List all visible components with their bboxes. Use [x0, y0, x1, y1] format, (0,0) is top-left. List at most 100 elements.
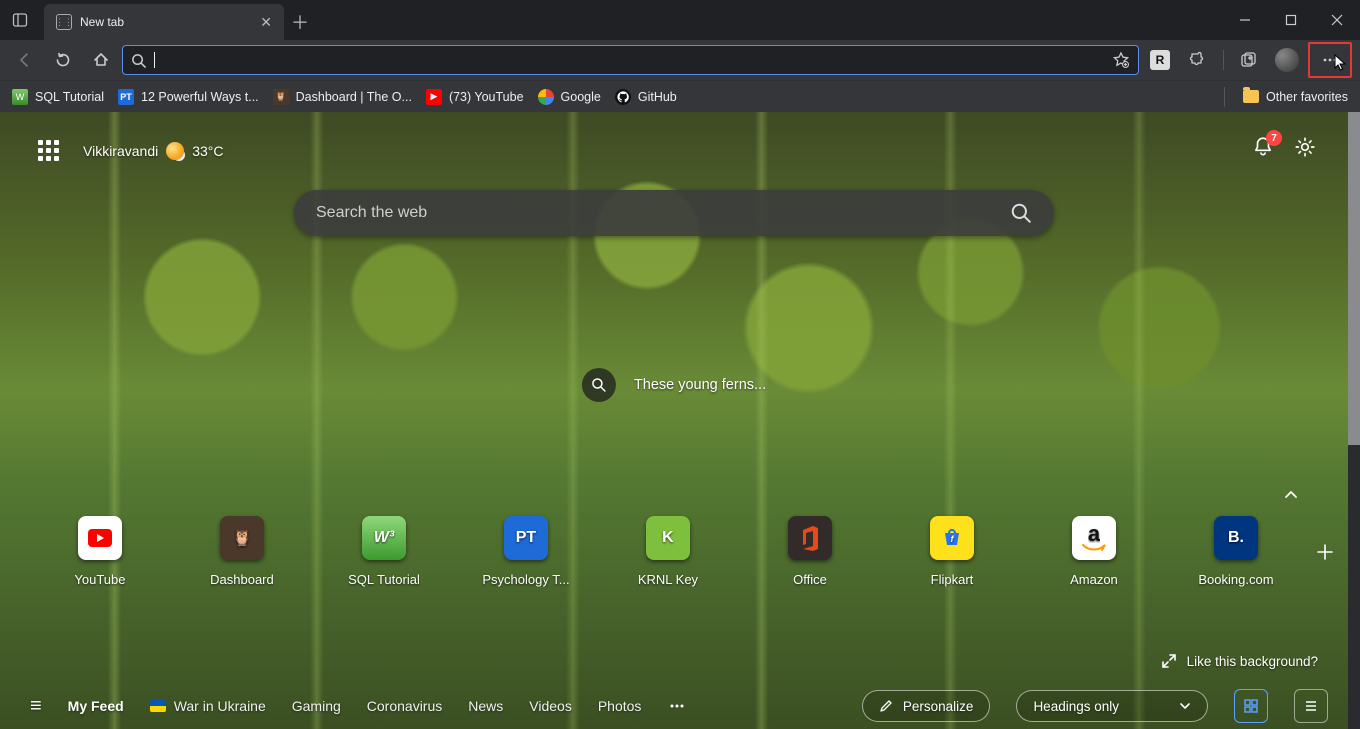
text-cursor — [154, 52, 155, 68]
bookmark-google[interactable]: Google — [538, 89, 601, 105]
notifications-button[interactable]: 7 — [1252, 136, 1274, 158]
minimize-button[interactable] — [1222, 0, 1268, 40]
refresh-button[interactable] — [46, 43, 80, 77]
image-caption: These young ferns... — [634, 377, 766, 393]
globe-icon: ⋮⋮ — [56, 14, 72, 30]
bookmark-sql-tutorial[interactable]: W SQL Tutorial — [12, 89, 104, 105]
settings-menu-button[interactable] — [1308, 42, 1352, 78]
layout-dropdown[interactable]: Headings only — [1016, 690, 1208, 722]
profile-button[interactable] — [1270, 43, 1304, 77]
quick-links-row: YouTube 🦉 Dashboard W³ SQL Tutorial PT P… — [62, 516, 1340, 587]
feed-title: My Feed — [68, 698, 124, 714]
location-weather[interactable]: Vikkiravandi 33°C — [83, 142, 224, 160]
notif-badge: 7 — [1266, 130, 1282, 146]
list-view-button[interactable] — [1294, 689, 1328, 723]
tab-strip: ⋮⋮ New tab ✕ ＋ — [40, 0, 316, 40]
ntp-top-right: 7 — [1252, 136, 1316, 158]
ext-r-button[interactable]: R — [1143, 43, 1177, 77]
image-search-icon[interactable] — [582, 368, 616, 402]
bookmark-youtube[interactable]: ▶ (73) YouTube — [426, 89, 524, 105]
title-bar: ⋮⋮ New tab ✕ ＋ — [0, 0, 1360, 40]
tab-close-button[interactable]: ✕ — [260, 14, 272, 31]
sql-icon: W — [12, 89, 28, 105]
maximize-button[interactable] — [1268, 0, 1314, 40]
feed-gaming[interactable]: Gaming — [292, 698, 341, 714]
tile-psychology[interactable]: PT Psychology T... — [488, 516, 564, 587]
ukraine-flag-icon — [150, 700, 166, 712]
nav-bar: R — [0, 40, 1360, 80]
back-button[interactable] — [8, 43, 42, 77]
close-window-button[interactable] — [1314, 0, 1360, 40]
feed-news[interactable]: News — [468, 698, 503, 714]
tile-office[interactable]: Office — [772, 516, 848, 587]
search-icon[interactable] — [1010, 202, 1032, 224]
web-search-box[interactable] — [294, 190, 1054, 236]
flipkart-icon: f — [930, 516, 974, 560]
bookmark-dashboard[interactable]: 🦉 Dashboard | The O... — [273, 89, 412, 105]
image-description[interactable]: These young ferns... — [582, 368, 766, 402]
extensions-button[interactable] — [1181, 43, 1215, 77]
new-tab-button[interactable]: ＋ — [284, 4, 316, 40]
window-controls — [1222, 0, 1360, 40]
feed-photos[interactable]: Photos — [598, 698, 642, 714]
tab-label: New tab — [80, 15, 252, 29]
temperature-label: 33°C — [192, 143, 223, 159]
tile-amazon[interactable]: a Amazon — [1056, 516, 1132, 587]
weather-icon — [166, 142, 184, 160]
amazon-icon: a — [1072, 516, 1116, 560]
tab-new[interactable]: ⋮⋮ New tab ✕ — [44, 4, 284, 40]
owl-icon: 🦉 — [273, 89, 289, 105]
add-tile-button[interactable] — [1310, 537, 1340, 567]
settings-button[interactable] — [1294, 136, 1316, 158]
youtube-icon: ▶ — [426, 89, 442, 105]
expand-icon — [1161, 653, 1177, 669]
tile-youtube[interactable]: YouTube — [62, 516, 138, 587]
address-bar[interactable] — [122, 45, 1139, 75]
pencil-icon — [879, 699, 893, 713]
google-icon — [538, 89, 554, 105]
web-search-input[interactable] — [316, 204, 1010, 222]
bookmark-github[interactable]: GitHub — [615, 89, 677, 105]
favorite-star-icon[interactable] — [1112, 51, 1130, 69]
pt-icon: PT — [118, 89, 134, 105]
tile-krnl[interactable]: K KRNL Key — [630, 516, 706, 587]
grid-view-button[interactable] — [1234, 689, 1268, 723]
r-icon: R — [1150, 50, 1170, 70]
booking-icon: B. — [1214, 516, 1258, 560]
pt-icon: PT — [504, 516, 548, 560]
youtube-icon — [78, 516, 122, 560]
sql-icon: W³ — [362, 516, 406, 560]
new-tab-page: Vikkiravandi 33°C 7 These young ferns... — [0, 112, 1348, 729]
feed-bar: ≡ My Feed War in Ukraine Gaming Coronavi… — [0, 683, 1348, 729]
home-button[interactable] — [84, 43, 118, 77]
like-background-button[interactable]: Like this background? — [1161, 653, 1318, 669]
mouse-cursor-icon — [1334, 54, 1348, 72]
feed-menu-button[interactable]: ≡ — [30, 695, 42, 718]
tile-flipkart[interactable]: f Flipkart — [914, 516, 990, 587]
vertical-tabs-button[interactable] — [0, 0, 40, 40]
tile-booking[interactable]: B. Booking.com — [1198, 516, 1274, 587]
collections-button[interactable] — [1232, 43, 1266, 77]
personalize-button[interactable]: Personalize — [862, 690, 991, 722]
bookmark-12-powerful[interactable]: PT 12 Powerful Ways t... — [118, 89, 259, 105]
other-favorites-button[interactable]: Other favorites — [1243, 90, 1348, 104]
bookmark-bar: W SQL Tutorial PT 12 Powerful Ways t... … — [0, 80, 1360, 112]
feed-videos[interactable]: Videos — [529, 698, 572, 714]
vertical-scrollbar[interactable] — [1348, 112, 1360, 729]
office-icon — [788, 516, 832, 560]
collapse-tiles-button[interactable] — [1276, 480, 1306, 510]
owl-icon: 🦉 — [220, 516, 264, 560]
chevron-down-icon — [1179, 700, 1191, 712]
folder-icon — [1243, 90, 1259, 103]
search-icon — [131, 53, 146, 68]
app-launcher-button[interactable] — [38, 140, 59, 161]
tile-dashboard[interactable]: 🦉 Dashboard — [204, 516, 280, 587]
feed-more-button[interactable] — [667, 696, 687, 716]
location-label: Vikkiravandi — [83, 143, 158, 159]
ntp-header: Vikkiravandi 33°C — [38, 140, 224, 161]
scrollbar-thumb[interactable] — [1348, 112, 1360, 445]
tile-sql[interactable]: W³ SQL Tutorial — [346, 516, 422, 587]
feed-war[interactable]: War in Ukraine — [150, 698, 266, 714]
feed-corona[interactable]: Coronavirus — [367, 698, 442, 714]
github-icon — [615, 89, 631, 105]
